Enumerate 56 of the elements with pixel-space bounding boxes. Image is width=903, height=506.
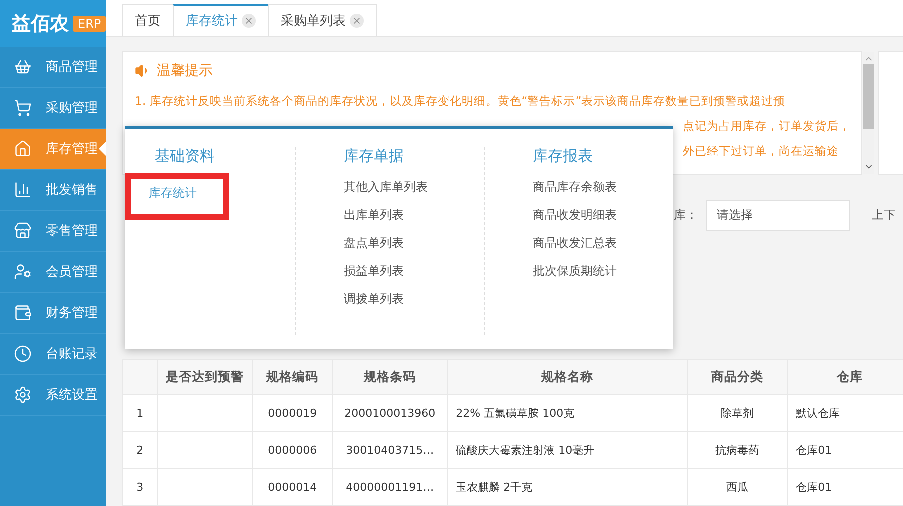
house-icon	[14, 140, 32, 158]
column-header: 规格编码	[252, 360, 333, 394]
notice-title: 温馨提示	[157, 62, 214, 80]
menu-link[interactable]: 商品收发汇总表	[533, 235, 673, 252]
table-cell: 1	[122, 394, 158, 432]
table-cell: 除草剂	[688, 394, 788, 432]
notice-text: 点记为占用库存，订单发货后，	[683, 119, 852, 134]
close-icon[interactable]	[242, 14, 256, 28]
erp-badge: ERP	[73, 16, 106, 32]
menu-link[interactable]: 商品库存余额表	[533, 179, 673, 196]
table-cell: 2000100013960	[332, 394, 448, 432]
menu-link[interactable]: 盘点单列表	[344, 235, 484, 252]
column-header: 规格条码	[332, 360, 448, 394]
table-cell: 40000001191…	[332, 468, 448, 506]
menu-heading: 基础资料	[155, 147, 216, 166]
store-icon	[14, 222, 32, 240]
pointer-icon	[99, 142, 106, 156]
menu-link[interactable]: 其他入库单列表	[344, 179, 484, 196]
column-header: 仓库	[788, 360, 903, 394]
table-cell: 抗病毒药	[688, 432, 788, 468]
menu-link[interactable]: 商品收发明细表	[533, 207, 673, 224]
close-icon[interactable]	[350, 14, 364, 28]
menu-link[interactable]: 损益单列表	[344, 263, 484, 280]
tab[interactable]: 采购单列表	[268, 4, 378, 36]
wallet-icon	[14, 304, 32, 322]
menu-heading: 库存报表	[533, 147, 594, 166]
column-header: 商品分类	[688, 360, 788, 394]
table-cell: 0000006	[252, 432, 333, 468]
table-cell: 22% 五氟磺草胺 100克	[448, 394, 688, 432]
table-cell: 3	[122, 468, 158, 506]
clock-icon	[14, 345, 32, 363]
menu-link[interactable]: 出库单列表	[344, 207, 484, 224]
bar-chart-icon	[14, 181, 32, 199]
logo-name: 益佰农	[12, 12, 69, 36]
notice-text: 外已经下过订单，尚在运输途	[683, 144, 840, 159]
field-label: 上下	[872, 206, 896, 224]
table-cell: 0000019	[252, 394, 333, 432]
user-icon	[14, 263, 32, 281]
column-header: 规格名称	[448, 360, 688, 394]
settings-icon	[14, 386, 32, 404]
basket-icon	[14, 58, 32, 76]
table-cell: 玉农麒麟 2千克	[448, 468, 688, 506]
cart-icon	[14, 99, 32, 117]
warehouse-select[interactable]: 请选择	[706, 200, 850, 230]
tab[interactable]: 首页	[122, 4, 174, 36]
table-cell: 0000014	[252, 468, 333, 506]
field-label: 库：	[674, 206, 698, 224]
menu-heading: 库存单据	[344, 147, 405, 166]
notice-text: 1. 库存统计反映当前系统各个商品的库存状况，以及库存变化明细。黄色“警告标示”表示该商品库存数量已到预警或超过预	[135, 94, 786, 109]
column-header: 是否达到预警	[158, 360, 253, 394]
menu-link[interactable]: 调拨单列表	[344, 291, 484, 308]
table-cell: 硫酸庆大霉素注射液 10毫升	[448, 432, 688, 468]
table-cell: 30010403715…	[332, 432, 448, 468]
menu-link[interactable]: 批次保质期统计	[533, 263, 673, 280]
table-cell: 2	[122, 432, 158, 468]
table-cell: 西瓜	[688, 468, 788, 506]
